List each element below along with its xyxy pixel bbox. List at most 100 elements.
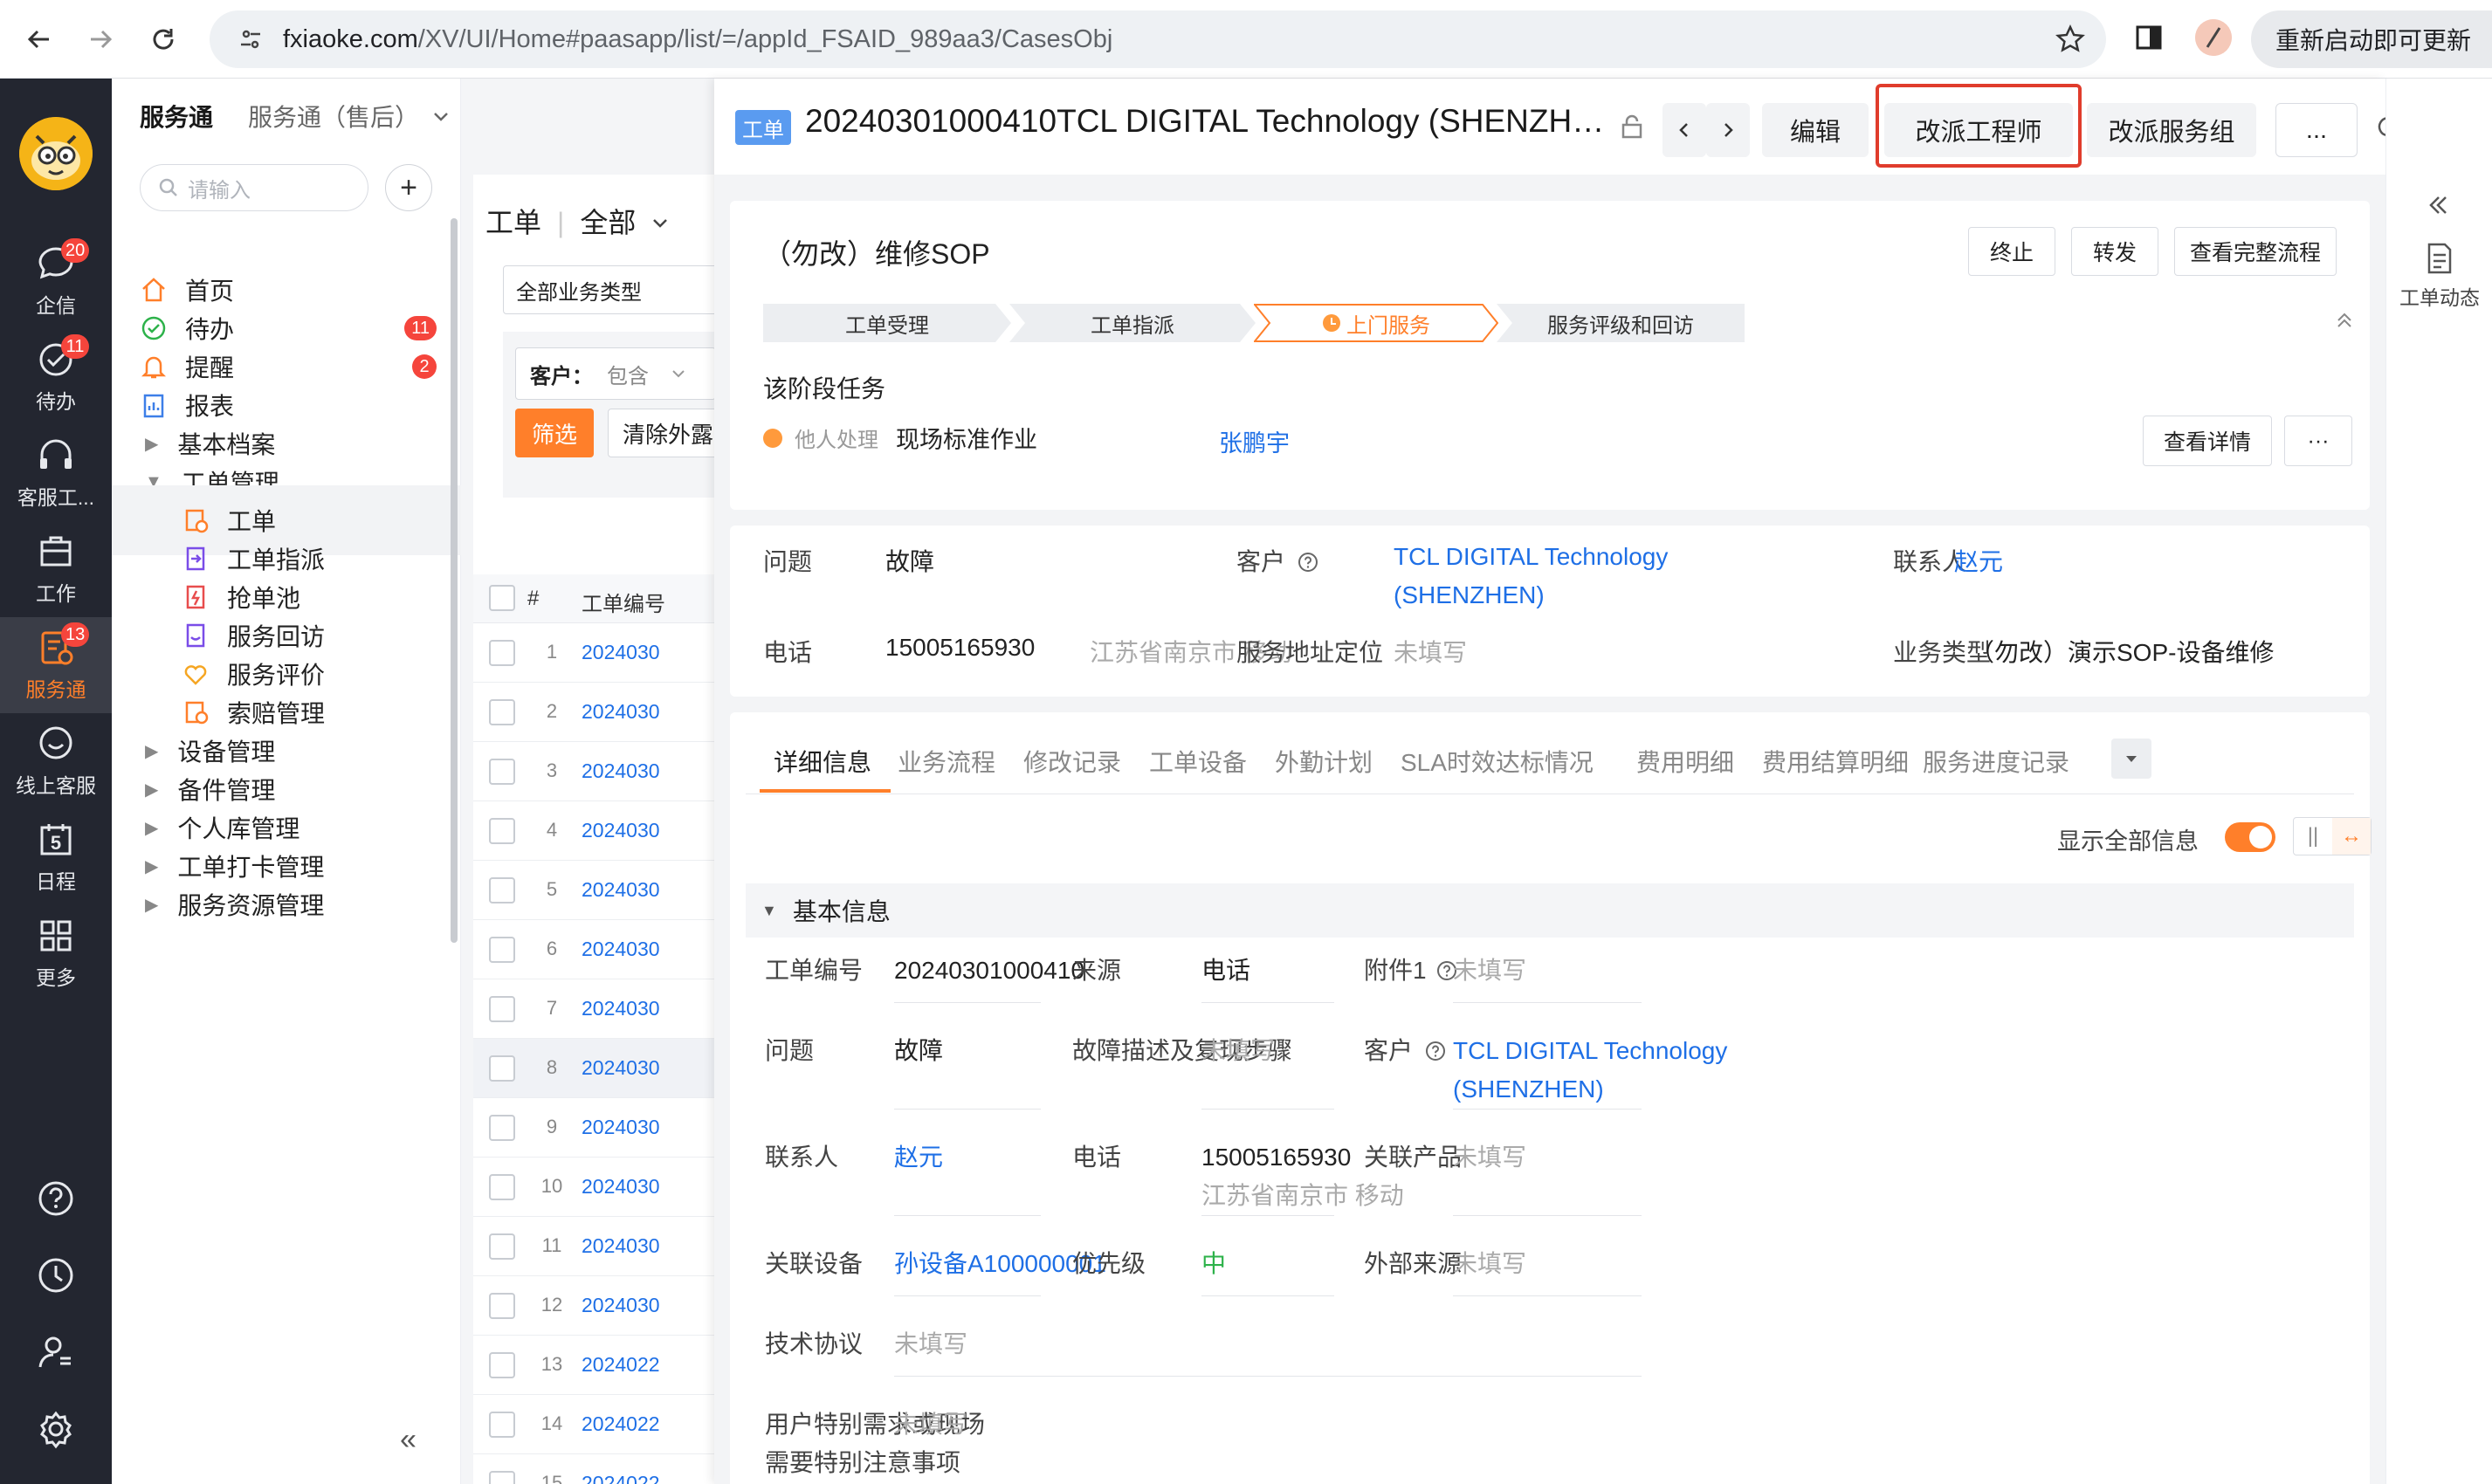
settings-icon[interactable] bbox=[36, 1409, 76, 1449]
row-ticket-code-link[interactable]: 2024022 bbox=[582, 1412, 660, 1436]
row-ticket-code-link[interactable]: 2024030 bbox=[582, 819, 660, 842]
business-type-select[interactable]: 全部业务类型 bbox=[503, 265, 721, 314]
tab-change-log[interactable]: 修改记录 bbox=[1023, 744, 1121, 779]
table-row[interactable]: 8 2024030 bbox=[473, 1039, 714, 1098]
row-checkbox[interactable] bbox=[489, 759, 515, 785]
row-checkbox[interactable] bbox=[489, 1471, 515, 1484]
row-checkbox[interactable] bbox=[489, 1115, 515, 1141]
chevron-down-icon[interactable] bbox=[651, 213, 670, 232]
menu-search-input[interactable]: 请输入 bbox=[140, 164, 368, 211]
row-ticket-code-link[interactable]: 2024030 bbox=[582, 1056, 660, 1080]
side-panel-icon[interactable] bbox=[2134, 23, 2164, 52]
table-row[interactable]: 7 2024030 bbox=[473, 979, 714, 1039]
row-checkbox[interactable] bbox=[489, 937, 515, 963]
app-switch-dropdown[interactable]: 服务通（售后） bbox=[248, 99, 419, 134]
summary-contact-link[interactable]: 赵元 bbox=[1954, 543, 2003, 578]
tab-cost-detail[interactable]: 费用明细 bbox=[1636, 744, 1734, 779]
task-more-button[interactable]: ··· bbox=[2284, 416, 2352, 466]
table-row[interactable]: 4 2024030 bbox=[473, 801, 714, 861]
next-record-button[interactable] bbox=[1706, 103, 1750, 157]
scope-dropdown[interactable]: 全部 bbox=[580, 207, 636, 238]
more-actions-button[interactable]: ... bbox=[2275, 103, 2358, 157]
field-device-link[interactable]: 孙设备A100000001 bbox=[894, 1245, 1106, 1296]
sidebar-scrollbar[interactable] bbox=[451, 218, 458, 943]
stage-step[interactable]: 工单受理 bbox=[763, 304, 1011, 342]
filter-button[interactable]: 筛选 bbox=[515, 409, 594, 457]
summary-customer-link[interactable]: TCL DIGITAL Technology bbox=[1394, 543, 1668, 571]
relaunch-update-button[interactable]: 重新启动即可更新 ⋮ bbox=[2251, 10, 2492, 68]
rail-item-todo[interactable]: 待办 11 bbox=[0, 329, 112, 425]
table-row[interactable]: 3 2024030 bbox=[473, 742, 714, 801]
collapse-sidebar-icon[interactable]: « bbox=[400, 1423, 416, 1457]
row-ticket-code-link[interactable]: 2024030 bbox=[582, 641, 660, 664]
tab-business-flow[interactable]: 业务流程 bbox=[898, 744, 995, 779]
field-customer-link-line2[interactable]: (SHENZHEN) bbox=[1453, 1070, 1642, 1110]
tab-ticket-device[interactable]: 工单设备 bbox=[1149, 744, 1247, 779]
view-task-detail-button[interactable]: 查看详情 bbox=[2143, 416, 2272, 466]
table-row[interactable]: 1 2024030 bbox=[473, 623, 714, 683]
table-row[interactable]: 13 2024022 bbox=[473, 1336, 714, 1395]
table-row[interactable]: 9 2024030 bbox=[473, 1098, 714, 1158]
rail-item-work[interactable]: 工作 bbox=[0, 521, 112, 617]
user-settings-icon[interactable] bbox=[36, 1332, 76, 1372]
table-row[interactable]: 6 2024030 bbox=[473, 920, 714, 979]
profile-avatar[interactable] bbox=[2195, 19, 2232, 56]
chevron-down-icon[interactable] bbox=[431, 106, 451, 126]
show-all-toggle[interactable] bbox=[2225, 822, 2275, 852]
section-header-basic-info[interactable]: ▼ 基本信息 bbox=[746, 883, 2354, 938]
row-checkbox[interactable] bbox=[489, 1352, 515, 1378]
field-contact-link[interactable]: 赵元 bbox=[894, 1138, 1041, 1216]
rail-item-chat[interactable]: 企信 20 bbox=[0, 233, 112, 329]
forward-arrow-icon[interactable] bbox=[80, 19, 120, 59]
field-customer-link[interactable]: TCL DIGITAL Technology bbox=[1453, 1032, 1727, 1070]
ticket-activity-button[interactable]: 工单动态 bbox=[2386, 241, 2492, 311]
rail-item-more[interactable]: 更多 bbox=[0, 905, 112, 1001]
stage-step-current[interactable]: 上门服务 bbox=[1254, 304, 1498, 342]
row-ticket-code-link[interactable]: 2024030 bbox=[582, 1294, 660, 1317]
row-ticket-code-link[interactable]: 2024030 bbox=[582, 759, 660, 783]
row-checkbox[interactable] bbox=[489, 877, 515, 903]
row-checkbox[interactable] bbox=[489, 1233, 515, 1260]
tab-progress-record[interactable]: 服务进度记录 bbox=[1923, 744, 2069, 779]
site-info-icon[interactable] bbox=[237, 26, 264, 52]
add-menu-button[interactable]: + bbox=[385, 164, 432, 211]
forward-button[interactable]: 转发 bbox=[2071, 227, 2158, 276]
reassign-group-button[interactable]: 改派服务组 bbox=[2087, 103, 2256, 157]
collapse-up-icon[interactable] bbox=[2335, 311, 2354, 330]
customer-filter[interactable]: 客户： 包含 bbox=[515, 347, 716, 400]
row-checkbox[interactable] bbox=[489, 1055, 515, 1082]
edit-button[interactable]: 编辑 bbox=[1762, 103, 1869, 157]
kebab-menu-icon[interactable]: ⋮ bbox=[2483, 24, 2492, 55]
rail-item-service[interactable]: 服务通 13 bbox=[0, 617, 112, 713]
tab-sla[interactable]: SLA时效达标情况 bbox=[1401, 744, 1594, 779]
row-checkbox[interactable] bbox=[489, 640, 515, 666]
help-circle-icon[interactable] bbox=[1425, 1041, 1446, 1061]
row-ticket-code-link[interactable]: 2024030 bbox=[582, 997, 660, 1020]
rail-item-online-service[interactable]: 线上客服 bbox=[0, 713, 112, 809]
task-assignee-link[interactable]: 张鹏宇 bbox=[1219, 424, 1290, 458]
prev-record-button[interactable] bbox=[1662, 103, 1706, 157]
help-icon[interactable] bbox=[36, 1178, 76, 1219]
tab-field-plan[interactable]: 外勤计划 bbox=[1275, 744, 1373, 779]
sidebar-group-resources[interactable]: ▶ 服务资源管理 bbox=[112, 869, 461, 939]
row-ticket-code-link[interactable]: 2024030 bbox=[582, 1116, 660, 1139]
full-width-icon[interactable]: ↔ bbox=[2332, 818, 2371, 855]
lock-icon[interactable] bbox=[1619, 113, 1645, 140]
row-ticket-code-link[interactable]: 2024030 bbox=[582, 700, 660, 724]
two-column-icon[interactable]: || bbox=[2294, 818, 2332, 855]
row-checkbox[interactable] bbox=[489, 699, 515, 725]
app-logo[interactable] bbox=[19, 117, 93, 190]
field-attachment[interactable]: 未填写 bbox=[1453, 952, 1642, 1003]
summary-customer-link-line2[interactable]: (SHENZHEN) bbox=[1394, 581, 1545, 609]
column-layout-switch[interactable]: || ↔ bbox=[2293, 817, 2372, 855]
reload-icon[interactable] bbox=[143, 19, 183, 59]
clock-icon[interactable] bbox=[36, 1255, 76, 1295]
rail-item-customer-service[interactable]: 客服工... bbox=[0, 425, 112, 521]
tab-detail-info[interactable]: 详细信息 bbox=[774, 744, 871, 779]
terminate-button[interactable]: 终止 bbox=[1968, 227, 2055, 276]
row-checkbox[interactable] bbox=[489, 996, 515, 1022]
row-ticket-code-link[interactable]: 2024030 bbox=[582, 1175, 660, 1199]
table-row[interactable]: 12 2024030 bbox=[473, 1276, 714, 1336]
table-row[interactable]: 5 2024030 bbox=[473, 861, 714, 920]
tab-cost-settlement[interactable]: 费用结算明细 bbox=[1762, 744, 1909, 779]
